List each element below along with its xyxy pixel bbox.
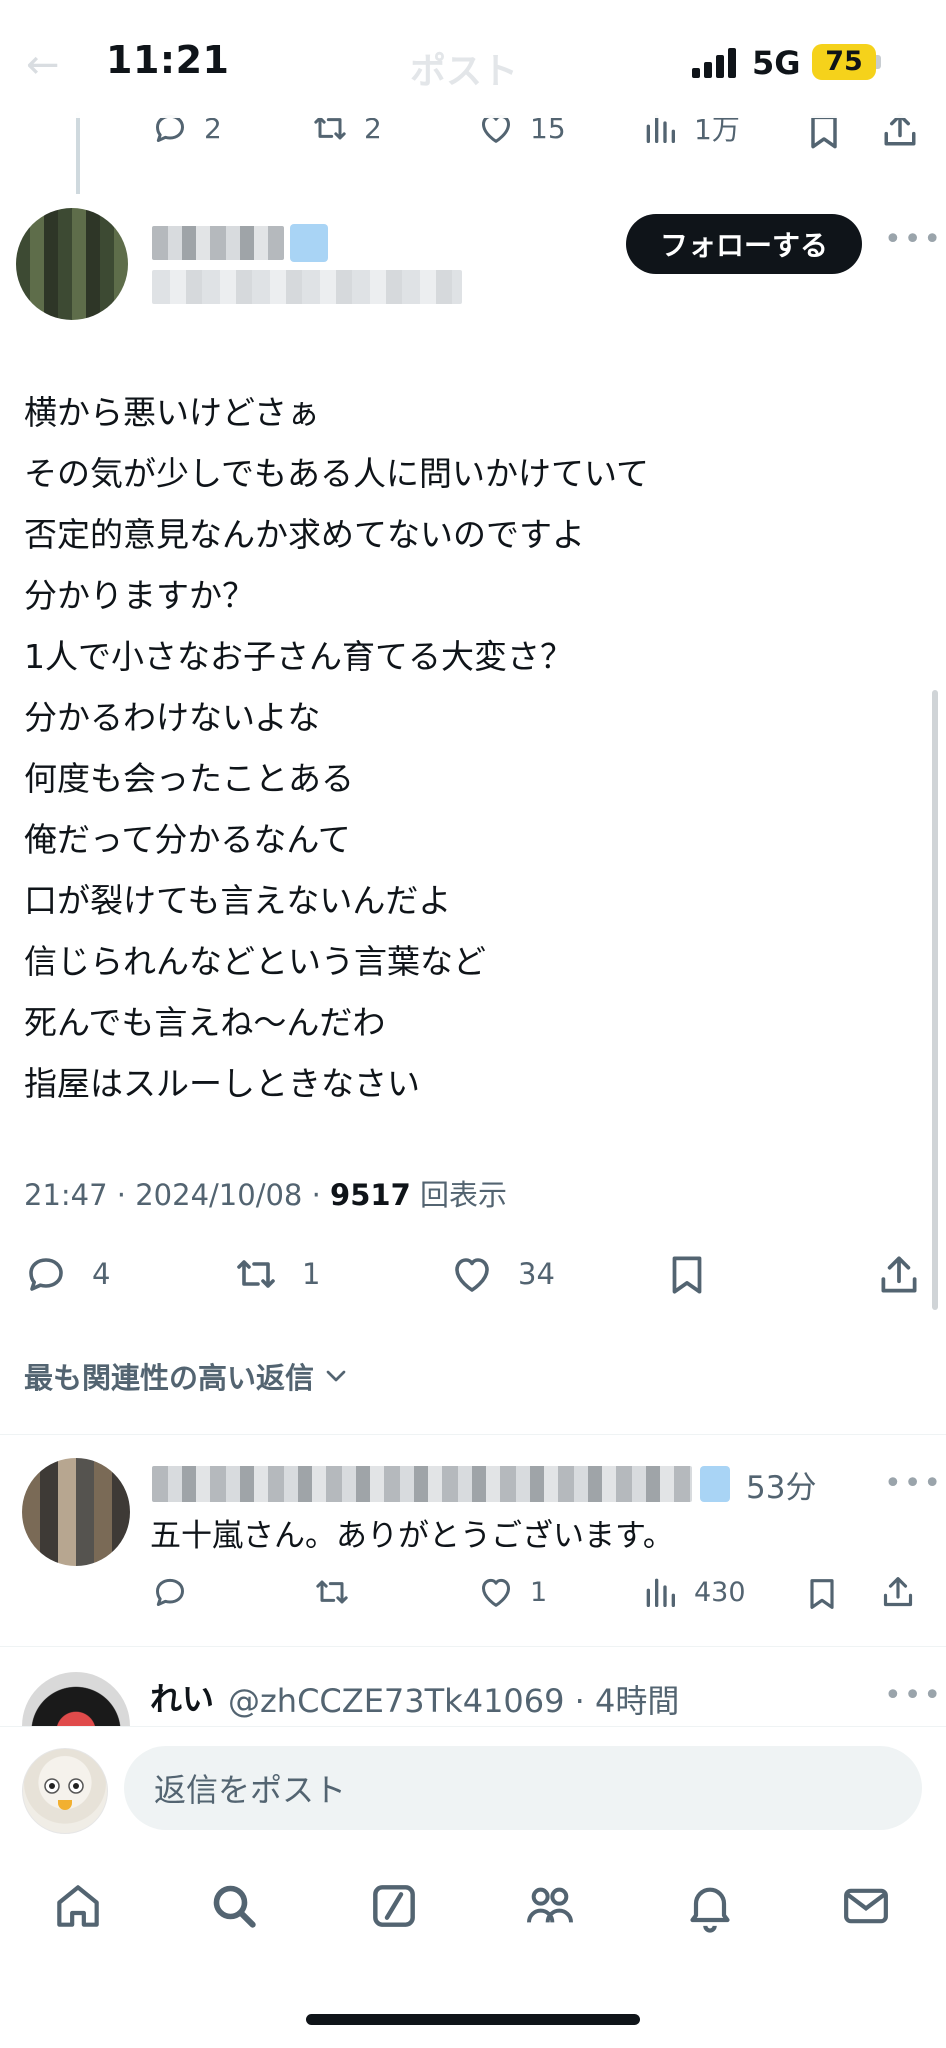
reply-sort-label: 最も関連性の高い返信 — [24, 1361, 315, 1395]
reply-views-button[interactable]: 430 — [640, 1572, 746, 1612]
reply-input[interactable]: 返信をポスト — [124, 1746, 922, 1830]
network-label: 5G — [752, 44, 801, 82]
repost-button[interactable]: 1 — [232, 1250, 320, 1298]
author-handle-redacted — [152, 270, 462, 304]
communities-icon[interactable] — [522, 1878, 578, 1934]
search-icon[interactable] — [206, 1878, 262, 1934]
verified-badge-icon — [290, 224, 328, 262]
tweet-line: 分かるわけないよな — [24, 698, 321, 737]
tweet-line: 何度も会ったことある — [24, 759, 354, 798]
back-arrow-icon[interactable]: ← — [26, 42, 60, 88]
reply-author-name[interactable]: れい — [150, 1674, 214, 1720]
views-count: 9517 — [330, 1178, 411, 1212]
reply-icon — [29, 1258, 63, 1291]
like-count: 34 — [518, 1257, 555, 1291]
home-icon[interactable] — [50, 1878, 106, 1934]
views-icon — [646, 1578, 675, 1607]
tweet-line: 俺だって分かるなんて — [24, 820, 351, 859]
battery-tip — [876, 55, 881, 69]
reply-avatar[interactable] — [22, 1458, 130, 1566]
more-options-icon[interactable]: ••• — [884, 1678, 943, 1713]
reply-like-button[interactable]: 1 — [476, 1572, 547, 1612]
tweet-line: 横から悪いけどさぁ — [24, 393, 321, 432]
signal-icon — [692, 48, 736, 78]
bookmark-icon[interactable] — [662, 1250, 712, 1300]
status-time: 11:21 — [106, 38, 230, 82]
tweet-line: 指屋はスルーしときなさい — [24, 1064, 420, 1103]
reply-reply-button[interactable] — [150, 1572, 190, 1612]
tweet-line: 口が裂けても言えないんだよ — [24, 881, 452, 920]
repost-icon — [316, 1580, 348, 1604]
reply-time: 53分 — [746, 1470, 817, 1506]
chevron-down-icon — [326, 1370, 346, 1382]
author-name-redacted — [152, 226, 284, 260]
notifications-icon[interactable] — [682, 1878, 738, 1934]
share-icon[interactable] — [874, 1250, 924, 1300]
scrollbar[interactable] — [932, 690, 938, 1310]
header-title: ポスト — [410, 51, 519, 92]
tweet-line: 信じられんなどという言葉など — [24, 942, 486, 981]
repost-icon — [237, 1260, 275, 1288]
reply-repost-button[interactable] — [312, 1572, 352, 1612]
thread-connector-line — [76, 112, 80, 194]
reply-icon — [156, 1578, 184, 1606]
heart-icon — [482, 1578, 510, 1607]
tweet-line: 1人で小さなお子さん育てる大変さ？ — [24, 637, 573, 676]
reply-views-count: 430 — [694, 1576, 746, 1608]
reply-text: 五十嵐さん。ありがとうございます。 — [150, 1518, 674, 1554]
tweet-line: 死んでも言えね〜んだわ — [24, 1003, 386, 1042]
messages-icon[interactable] — [838, 1878, 894, 1934]
reply-sort-dropdown[interactable]: 最も関連性の高い返信 — [24, 1355, 352, 1397]
grok-icon[interactable] — [366, 1878, 422, 1934]
tweet-timestamp: 21:47 · 2024/10/08 · — [24, 1178, 331, 1212]
reply-handle-time: @zhCCZE73Tk41069 · 4時間 — [228, 1682, 680, 1720]
heart-icon — [455, 1258, 489, 1292]
avatar-face-icon — [44, 1778, 84, 1794]
divider — [0, 1646, 946, 1647]
follow-button[interactable]: フォローする — [626, 214, 862, 274]
views-label: 回表示 — [419, 1178, 507, 1212]
repost-count: 1 — [302, 1257, 321, 1291]
tweet-line: その気が少しでもある人に問いかけていて — [24, 454, 650, 493]
bookmark-icon[interactable] — [802, 1574, 842, 1614]
like-button[interactable]: 34 — [448, 1250, 555, 1298]
verified-badge-icon — [700, 1466, 730, 1502]
tweet-line: 否定的意見なんか求めてないのですよ — [24, 515, 585, 554]
reply-author-redacted — [152, 1466, 692, 1502]
author-avatar[interactable] — [16, 208, 128, 320]
battery-indicator: 75 — [812, 44, 876, 80]
home-indicator[interactable] — [306, 2014, 640, 2025]
more-options-icon[interactable]: ••• — [884, 1466, 943, 1501]
share-icon[interactable] — [878, 1572, 918, 1612]
reply-like-count: 1 — [530, 1576, 548, 1608]
divider — [0, 1434, 946, 1435]
tweet-line: 分かりますか？ — [24, 576, 255, 615]
tweet-meta: 21:47 · 2024/10/08 · 9517 回表示 — [24, 1172, 507, 1214]
reply-count: 4 — [92, 1257, 111, 1291]
more-options-icon[interactable]: ••• — [884, 222, 943, 257]
tweet-text: 横から悪いけどさぁ その気が少しでもある人に問いかけていて 否定的意見なんか求め… — [24, 382, 924, 1114]
reply-button[interactable]: 4 — [22, 1250, 110, 1298]
status-bar: ← ポスト 11:21 5G 75 — [0, 0, 946, 118]
